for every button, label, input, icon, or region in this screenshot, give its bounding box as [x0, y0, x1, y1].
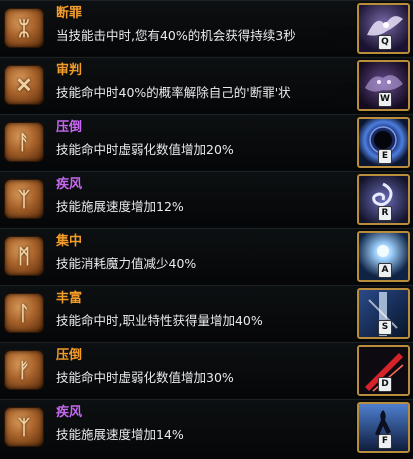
skill-key-label: R: [378, 206, 392, 221]
rune-row[interactable]: ᛯ 断罪 当技能击中时,您有40%的机会获得持续3秒 Q: [0, 0, 413, 56]
description-fade: [300, 83, 356, 103]
rune-description: 技能命中时虚弱化数值增加30%: [56, 370, 234, 385]
rune-description: 技能消耗魔力值减少40%: [56, 256, 197, 271]
rune-row[interactable]: ✕ 审判 技能命中时40%的概率解除自己的'断罪'状 W: [0, 57, 413, 113]
rune-sigil-icon: ᚠ: [4, 350, 44, 390]
rune-description: 技能施展速度增加14%: [56, 427, 184, 442]
rune-row[interactable]: ᛉ 疾风 技能施展速度增加14% F: [0, 399, 413, 459]
rune-description: 技能命中时虚弱化数值增加20%: [56, 142, 234, 157]
rune-sigil-icon: ᚨ: [4, 122, 44, 162]
skill-slot-w[interactable]: W: [357, 60, 410, 111]
skill-slot-d[interactable]: D: [357, 345, 410, 396]
skill-key-label: D: [378, 377, 392, 392]
rune-row[interactable]: ᛉ 疾风 技能施展速度增加12% R: [0, 171, 413, 227]
rune-sigil-icon: ᛉ: [4, 407, 44, 447]
rune-row[interactable]: ᚨ 压倒 技能命中时虚弱化数值增加20% E: [0, 114, 413, 170]
rune-sigil-icon: ᛯ: [4, 8, 44, 48]
skill-slot-f[interactable]: F: [357, 402, 410, 453]
skill-key-label: E: [378, 149, 392, 164]
rune-sigil-icon: ᛉ: [4, 179, 44, 219]
rune-title: 断罪: [56, 6, 83, 21]
skill-slot-r[interactable]: R: [357, 174, 410, 225]
rune-sigil-icon: ✕: [4, 65, 44, 105]
skill-key-label: F: [378, 434, 392, 449]
skill-key-label: W: [378, 92, 392, 107]
skill-slot-s[interactable]: S: [357, 288, 410, 339]
rune-title: 疾风: [56, 405, 83, 420]
description-fade: [300, 26, 356, 46]
rune-title: 丰富: [56, 291, 83, 306]
skill-key-label: S: [378, 320, 392, 335]
skill-key-label: Q: [378, 35, 392, 50]
skill-key-label: A: [378, 263, 392, 278]
skill-slot-a[interactable]: A: [357, 231, 410, 282]
rune-title: 集中: [56, 234, 83, 249]
rune-title: 压倒: [56, 348, 83, 363]
rune-description: 技能命中时,职业特性获得量增加40%: [56, 313, 263, 328]
rune-sigil-icon: ᛗ: [4, 236, 44, 276]
skill-slot-q[interactable]: Q: [357, 3, 410, 54]
rune-row[interactable]: ᚠ 压倒 技能命中时虚弱化数值增加30% D: [0, 342, 413, 398]
rune-skill-list: ᛯ 断罪 当技能击中时,您有40%的机会获得持续3秒 Q ✕ 审判 技能命中时4…: [0, 0, 413, 459]
rune-description: 技能施展速度增加12%: [56, 199, 184, 214]
rune-title: 压倒: [56, 120, 83, 135]
rune-sigil-icon: ᛚ: [4, 293, 44, 333]
rune-title: 审判: [56, 63, 83, 78]
skill-slot-e[interactable]: E: [357, 117, 410, 168]
rune-row[interactable]: ᛚ 丰富 技能命中时,职业特性获得量增加40% S: [0, 285, 413, 341]
rune-title: 疾风: [56, 177, 83, 192]
rune-row[interactable]: ᛗ 集中 技能消耗魔力值减少40% A: [0, 228, 413, 284]
